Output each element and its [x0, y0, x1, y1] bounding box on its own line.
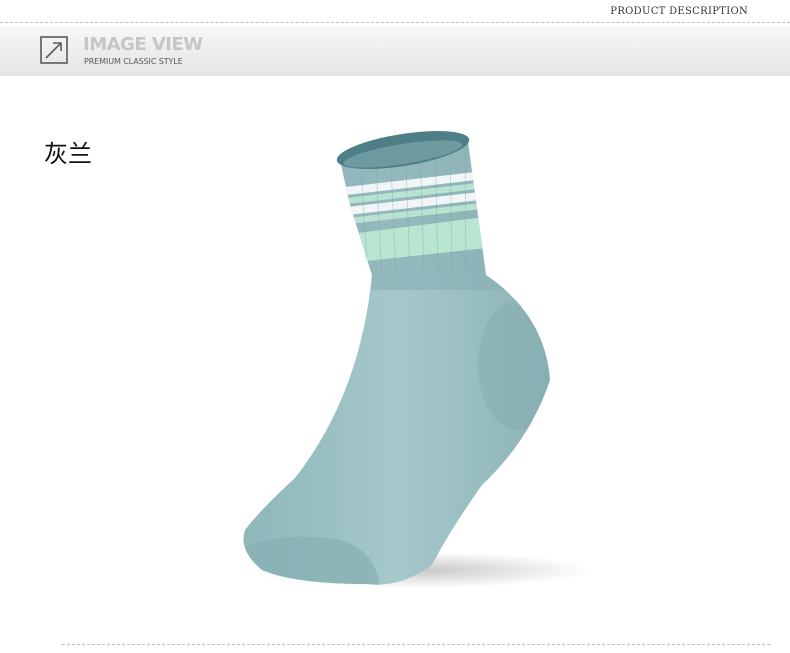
section-banner: IMAGE VIEW PREMIUM CLASSIC STYLE	[0, 26, 790, 76]
bottom-divider	[62, 644, 770, 645]
color-name-label: 灰兰	[44, 140, 92, 168]
arrow-up-right-icon	[40, 36, 68, 64]
sock-product-image	[243, 131, 590, 588]
banner-subtitle: PREMIUM CLASSIC STYLE	[84, 57, 183, 66]
top-divider	[0, 22, 790, 23]
banner-title: IMAGE VIEW	[83, 34, 203, 55]
section-label: PRODUCT DESCRIPTION	[610, 6, 748, 17]
